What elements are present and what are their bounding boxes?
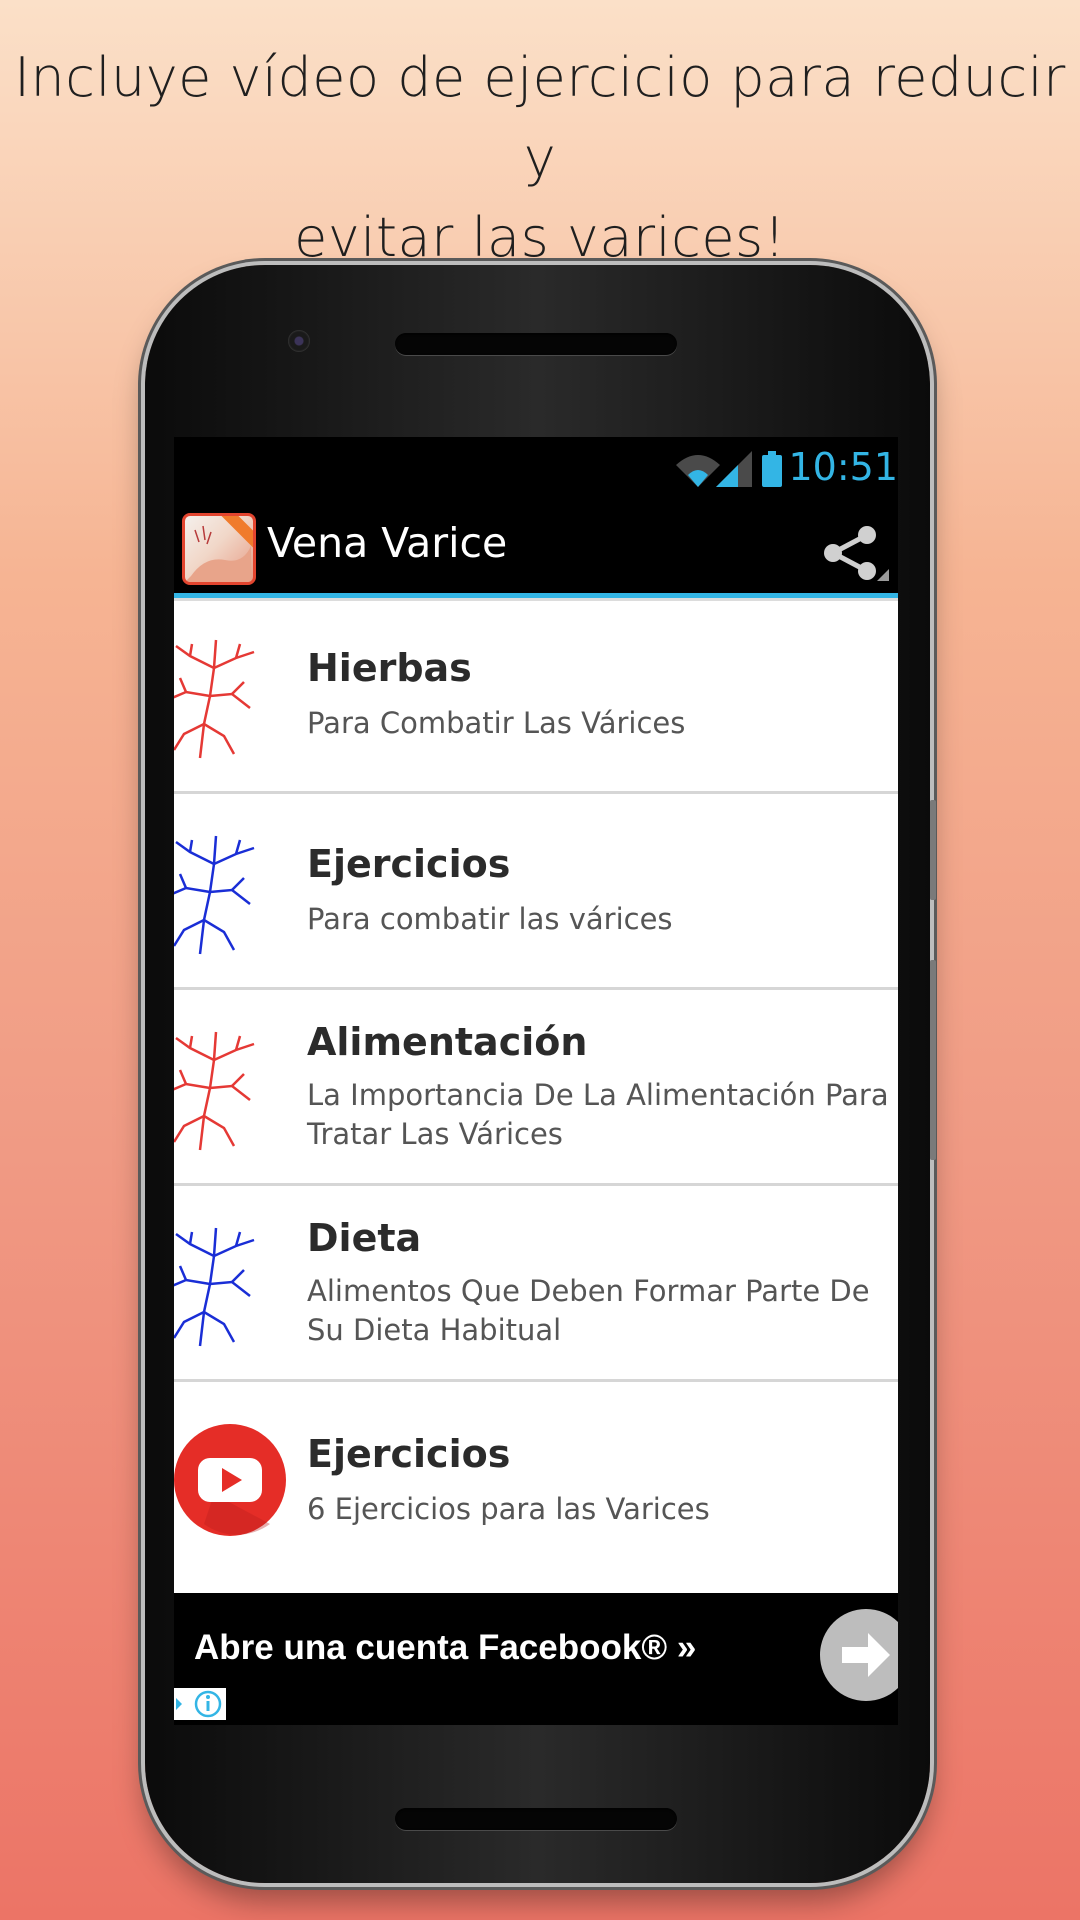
red-vein-icon xyxy=(174,639,255,759)
status-time: 10:51 xyxy=(788,445,898,489)
wifi-icon xyxy=(676,455,720,487)
arrow-right-icon xyxy=(842,1633,890,1677)
item-title: Hierbas xyxy=(307,646,472,690)
app-title: Vena Varice xyxy=(267,519,508,567)
item-title: Dieta xyxy=(307,1216,422,1260)
list-item-ejercicios[interactable]: Ejercicios Para combatir las várices xyxy=(174,794,898,990)
action-bar: Vena Varice xyxy=(174,499,898,598)
blue-vein-icon xyxy=(174,1227,255,1347)
menu-list: Hierbas Para Combatir Las Várices Ejerci… xyxy=(174,598,898,1593)
phone-power-button xyxy=(930,800,936,900)
item-subtitle: Alimentos Que Deben Formar Parte De Su D… xyxy=(307,1274,870,1347)
list-item-hierbas[interactable]: Hierbas Para Combatir Las Várices xyxy=(174,598,898,794)
status-icons xyxy=(676,451,782,487)
list-item-alimentacion[interactable]: Alimentación La Importancia De La Alimen… xyxy=(174,990,898,1186)
ad-arrow-button[interactable] xyxy=(820,1609,898,1701)
ad-banner[interactable]: Abre una cuenta Facebook® » xyxy=(174,1598,898,1725)
youtube-icon xyxy=(174,1424,286,1536)
item-title: Alimentación xyxy=(307,1020,588,1064)
app-logo-icon[interactable] xyxy=(182,513,256,585)
blue-vein-icon xyxy=(174,835,255,955)
battery-icon xyxy=(762,451,782,487)
ad-info-badge[interactable] xyxy=(174,1688,226,1720)
list-item-dieta[interactable]: Dieta Alimentos Que Deben Formar Parte D… xyxy=(174,1186,898,1382)
share-icon[interactable] xyxy=(819,519,889,589)
signal-icon xyxy=(716,451,752,487)
item-title: Ejercicios xyxy=(307,842,511,886)
item-title: Ejercicios xyxy=(307,1432,511,1476)
top-speaker-grille xyxy=(395,333,677,355)
bottom-speaker-grille xyxy=(395,1808,677,1830)
ad-choices-icon xyxy=(176,1690,222,1718)
red-vein-icon xyxy=(174,1031,255,1151)
phone-screen: 10:51 Vena Varice Hierbas Para Combatir … xyxy=(174,437,898,1725)
item-subtitle: 6 Ejercicios para las Varices xyxy=(307,1492,710,1526)
item-subtitle: Para combatir las várices xyxy=(307,902,673,936)
ad-text[interactable]: Abre una cuenta Facebook® » xyxy=(194,1628,696,1668)
front-camera xyxy=(288,330,310,352)
item-subtitle: La Importancia De La Alimentación Para T… xyxy=(307,1078,889,1151)
phone-volume-button xyxy=(930,960,936,1160)
list-item-video-ejercicios[interactable]: Ejercicios 6 Ejercicios para las Varices xyxy=(174,1382,898,1578)
promo-headline: Incluye vídeo de ejercicio para reducir … xyxy=(14,46,1066,269)
item-subtitle: Para Combatir Las Várices xyxy=(307,706,686,740)
status-bar: 10:51 xyxy=(174,437,898,499)
